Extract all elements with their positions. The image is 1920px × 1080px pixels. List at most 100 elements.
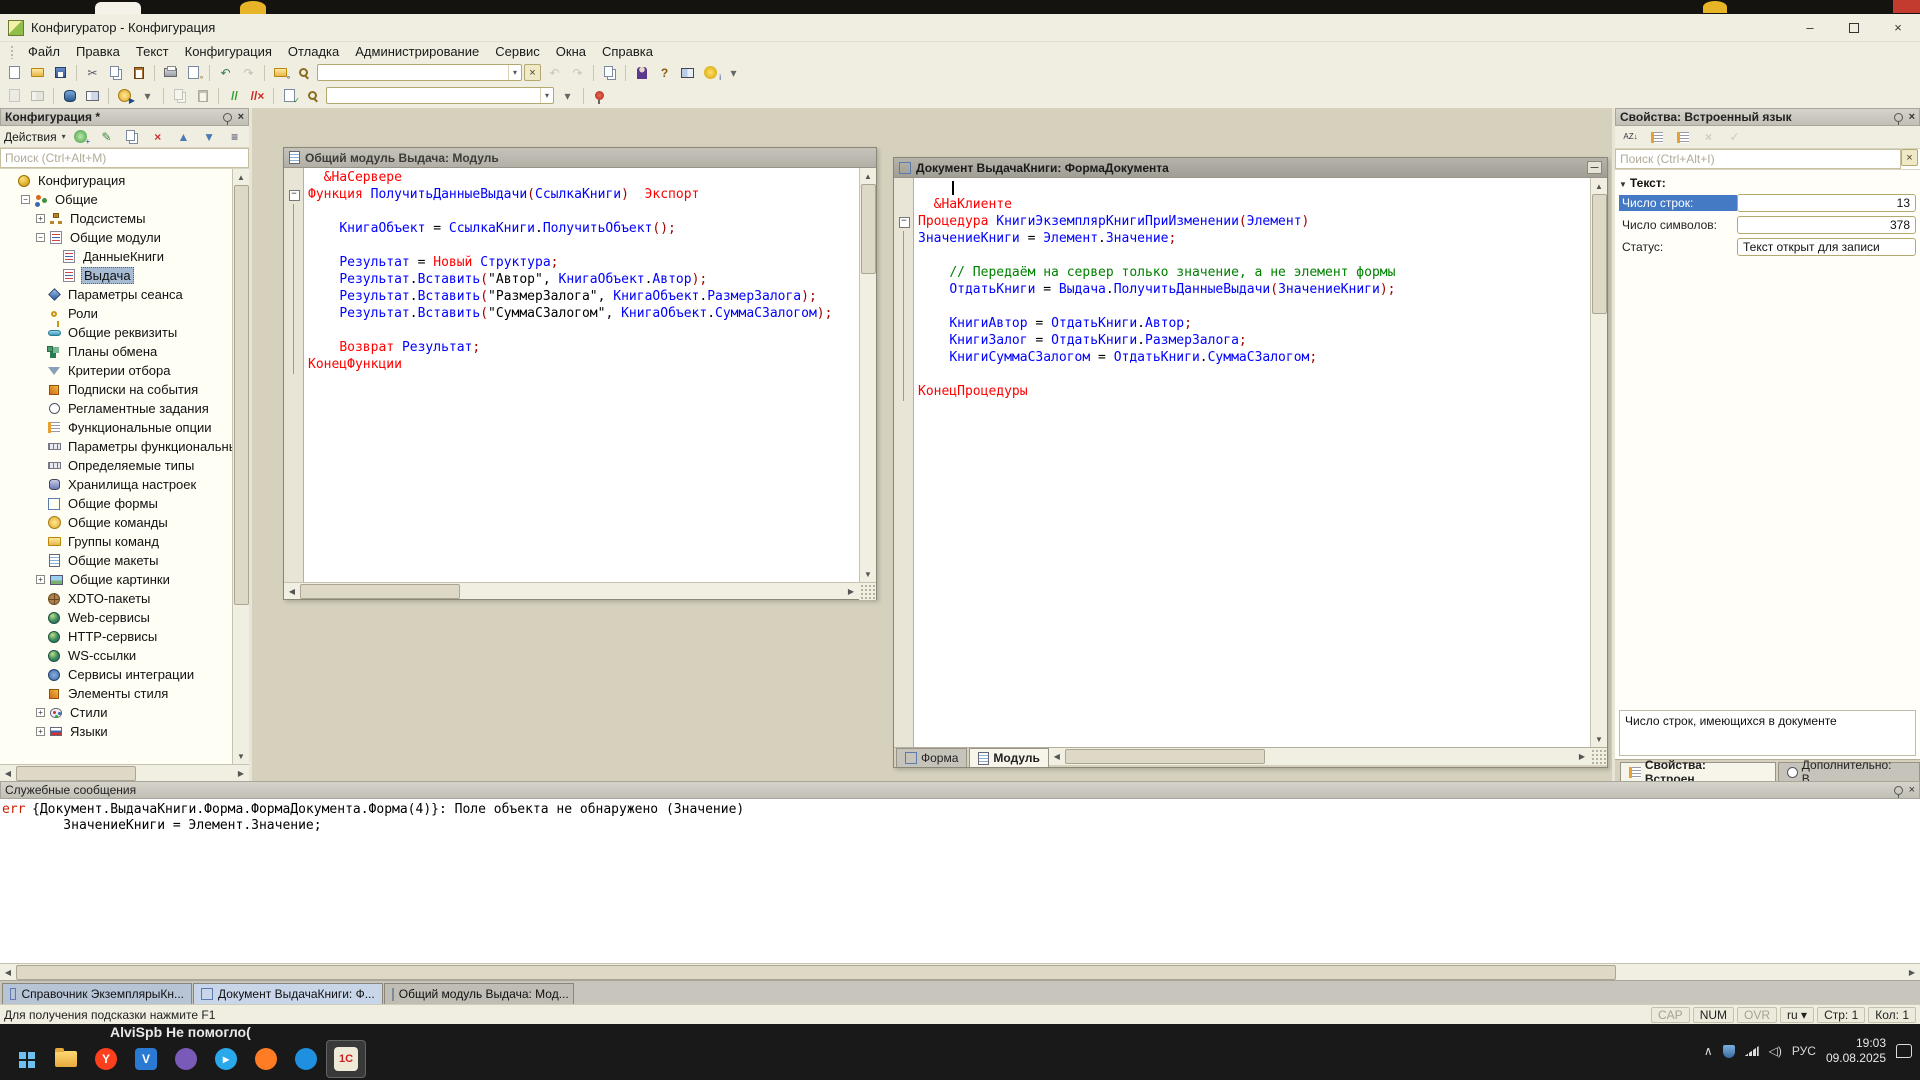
syntax-check-button[interactable]: ✓ bbox=[278, 86, 301, 106]
apply-changes-button[interactable]: ✓ bbox=[1723, 127, 1746, 147]
add-bookmark-button[interactable] bbox=[588, 86, 611, 106]
network-icon[interactable] bbox=[1745, 1046, 1759, 1056]
security-shield-icon[interactable] bbox=[1723, 1045, 1735, 1058]
nav-back-button[interactable]: ↶ bbox=[543, 63, 566, 83]
code-line[interactable]: КнигиАвтор = ОтдатьКниги.Автор; bbox=[894, 316, 1590, 333]
start-taskbar-button[interactable] bbox=[6, 1040, 46, 1078]
collapse-icon[interactable]: − bbox=[21, 195, 30, 204]
scroll-right-icon[interactable]: ▶ bbox=[1574, 748, 1590, 764]
code-line[interactable] bbox=[894, 248, 1590, 265]
scroll-left-icon[interactable]: ◀ bbox=[1049, 748, 1065, 764]
expand-icon[interactable]: + bbox=[36, 575, 45, 584]
pin-icon[interactable] bbox=[1894, 113, 1903, 122]
scroll-down-icon[interactable]: ▼ bbox=[233, 748, 249, 764]
chat-app-taskbar-button[interactable] bbox=[166, 1040, 206, 1078]
expand-icon[interactable]: + bbox=[36, 708, 45, 717]
tree-item[interactable]: Сервисы интеграции bbox=[0, 665, 232, 684]
scroll-left-icon[interactable]: ◀ bbox=[284, 583, 300, 599]
tree-item[interactable]: Подписки на события bbox=[0, 380, 232, 399]
property-label[interactable]: Число строк: bbox=[1619, 195, 1737, 211]
find-in-files-button[interactable]: ∘ bbox=[269, 63, 292, 83]
code-line[interactable]: КнигиСуммаСЗалогом = ОтдатьКниги.СуммаСЗ… bbox=[894, 350, 1590, 367]
yandex-browser-taskbar-button[interactable]: Y bbox=[86, 1040, 126, 1078]
new-document-button[interactable] bbox=[3, 63, 26, 83]
delete-button[interactable]: × bbox=[147, 127, 168, 147]
media-app-taskbar-button[interactable] bbox=[246, 1040, 286, 1078]
code-line[interactable]: Результат = Новый Структура; bbox=[284, 255, 859, 272]
code-line[interactable]: &НаСервере bbox=[284, 170, 859, 187]
window-tab-common-module[interactable]: Общий модуль Выдача: Мод... bbox=[384, 983, 574, 1004]
property-value[interactable]: Текст открыт для записи bbox=[1737, 238, 1916, 256]
tab-module[interactable]: Модуль bbox=[969, 748, 1048, 767]
expand-icon[interactable]: + bbox=[36, 214, 45, 223]
pin-icon[interactable] bbox=[1894, 786, 1903, 795]
form-module-code-area[interactable]: &НаКлиентеПроцедура КнигиЭкземплярКнигиП… bbox=[894, 178, 1590, 747]
minimize-button[interactable]: – bbox=[1788, 15, 1832, 41]
form-module-editor-window[interactable]: Документ ВыдачаКниги: ФормаДокумента — &… bbox=[893, 157, 1608, 768]
scrollbar-thumb[interactable] bbox=[861, 184, 876, 274]
message-line[interactable]: err{Документ.ВыдачаКниги.Форма.ФормаДоку… bbox=[2, 802, 1918, 818]
tree-item[interactable]: Параметры сеанса bbox=[0, 285, 232, 304]
message-line[interactable]: ЗначениеКниги = Элемент.Значение; bbox=[2, 818, 1918, 834]
code-line[interactable]: Результат.Вставить("Автор", КнигаОбъект.… bbox=[284, 272, 859, 289]
messages-horizontal-scrollbar[interactable]: ◀ ▶ bbox=[0, 963, 1920, 980]
toolbar-overflow-button[interactable]: ▾ bbox=[722, 63, 745, 83]
compare-configurations-button[interactable] bbox=[3, 86, 26, 106]
tree-item[interactable]: Группы команд bbox=[0, 532, 232, 551]
hidden-icons-chevron[interactable]: ∧ bbox=[1704, 1044, 1713, 1058]
syntax-assistant-button[interactable]: ? bbox=[653, 63, 676, 83]
tree-item[interactable]: XDTO-пакеты bbox=[0, 589, 232, 608]
mentor-button[interactable] bbox=[630, 63, 653, 83]
editor-vertical-scrollbar[interactable]: ▲ ▼ bbox=[1590, 178, 1607, 747]
telegram-taskbar-button[interactable]: ▸ bbox=[206, 1040, 246, 1078]
tree-item[interactable]: HTTP-сервисы bbox=[0, 627, 232, 646]
tree-item[interactable]: +Языки bbox=[0, 722, 232, 741]
code-line[interactable] bbox=[284, 238, 859, 255]
search-combo[interactable]: ▾ bbox=[317, 64, 522, 81]
chevron-down-icon[interactable]: ▾ bbox=[540, 88, 553, 103]
zoom-button[interactable] bbox=[292, 63, 315, 83]
code-line[interactable] bbox=[894, 367, 1590, 384]
scroll-down-icon[interactable]: ▼ bbox=[1591, 731, 1607, 747]
tree-vertical-scrollbar[interactable]: ▲ ▼ bbox=[232, 169, 249, 764]
form-editor-titlebar[interactable]: Документ ВыдачаКниги: ФормаДокумента — bbox=[894, 158, 1607, 178]
scroll-right-icon[interactable]: ▶ bbox=[843, 583, 859, 599]
window-menu-button[interactable]: — bbox=[1587, 161, 1602, 174]
editor-horizontal-scrollbar[interactable]: ◀ ▶ bbox=[1049, 748, 1607, 765]
input-language-indicator[interactable]: РУС bbox=[1792, 1044, 1816, 1058]
copy-fragment-button[interactable] bbox=[598, 63, 621, 83]
window-tab-catalog[interactable]: Справочник ЭкземплярыКн... bbox=[2, 983, 192, 1004]
code-line[interactable]: КонецПроцедуры bbox=[894, 384, 1590, 401]
property-value[interactable]: 13 bbox=[1737, 194, 1916, 212]
debug-options-button[interactable]: ▾ bbox=[136, 86, 159, 106]
scroll-up-icon[interactable]: ▲ bbox=[1591, 178, 1607, 194]
template-search-button[interactable] bbox=[168, 86, 191, 106]
scrollbar-thumb[interactable] bbox=[1592, 194, 1607, 314]
procedures-combo[interactable]: ▾ bbox=[326, 87, 554, 104]
combo-overflow-button[interactable]: ▾ bbox=[556, 86, 579, 106]
code-line[interactable]: Функция ПолучитьДанныеВыдачи(СсылкаКниги… bbox=[284, 187, 859, 204]
module-code-area[interactable]: &НаСервереФункция ПолучитьДанныеВыдачи(С… bbox=[284, 168, 859, 582]
editor-horizontal-scrollbar[interactable]: ◀ ▶ bbox=[284, 582, 876, 599]
messenger-taskbar-button[interactable] bbox=[286, 1040, 326, 1078]
properties-search-input[interactable] bbox=[1615, 149, 1901, 169]
close-button[interactable]: × bbox=[1876, 15, 1920, 41]
scrollbar-thumb[interactable] bbox=[300, 584, 460, 599]
code-line[interactable] bbox=[894, 299, 1590, 316]
tree-item[interactable]: +Общие картинки bbox=[0, 570, 232, 589]
clock[interactable]: 19:03 09.08.2025 bbox=[1826, 1036, 1886, 1066]
scroll-left-icon[interactable]: ◀ bbox=[0, 765, 16, 781]
scroll-right-icon[interactable]: ▶ bbox=[233, 765, 249, 781]
update-db-configuration-button[interactable] bbox=[26, 86, 49, 106]
notification-center-icon[interactable] bbox=[1896, 1044, 1912, 1058]
code-line[interactable]: ОтдатьКниги = Выдача.ПолучитьДанныеВыдач… bbox=[894, 282, 1590, 299]
menu-файл[interactable]: Файл bbox=[21, 43, 67, 60]
db-configuration-button[interactable] bbox=[58, 86, 81, 106]
print-button[interactable] bbox=[159, 63, 182, 83]
close-icon[interactable]: × bbox=[1909, 785, 1915, 796]
scrollbar-thumb[interactable] bbox=[16, 766, 136, 781]
close-icon[interactable]: × bbox=[238, 112, 244, 123]
tree-item[interactable]: Роли bbox=[0, 304, 232, 323]
menu-администрирование[interactable]: Администрирование bbox=[348, 43, 486, 60]
code-line[interactable]: КнигиЗалог = ОтдатьКниги.РазмерЗалога; bbox=[894, 333, 1590, 350]
